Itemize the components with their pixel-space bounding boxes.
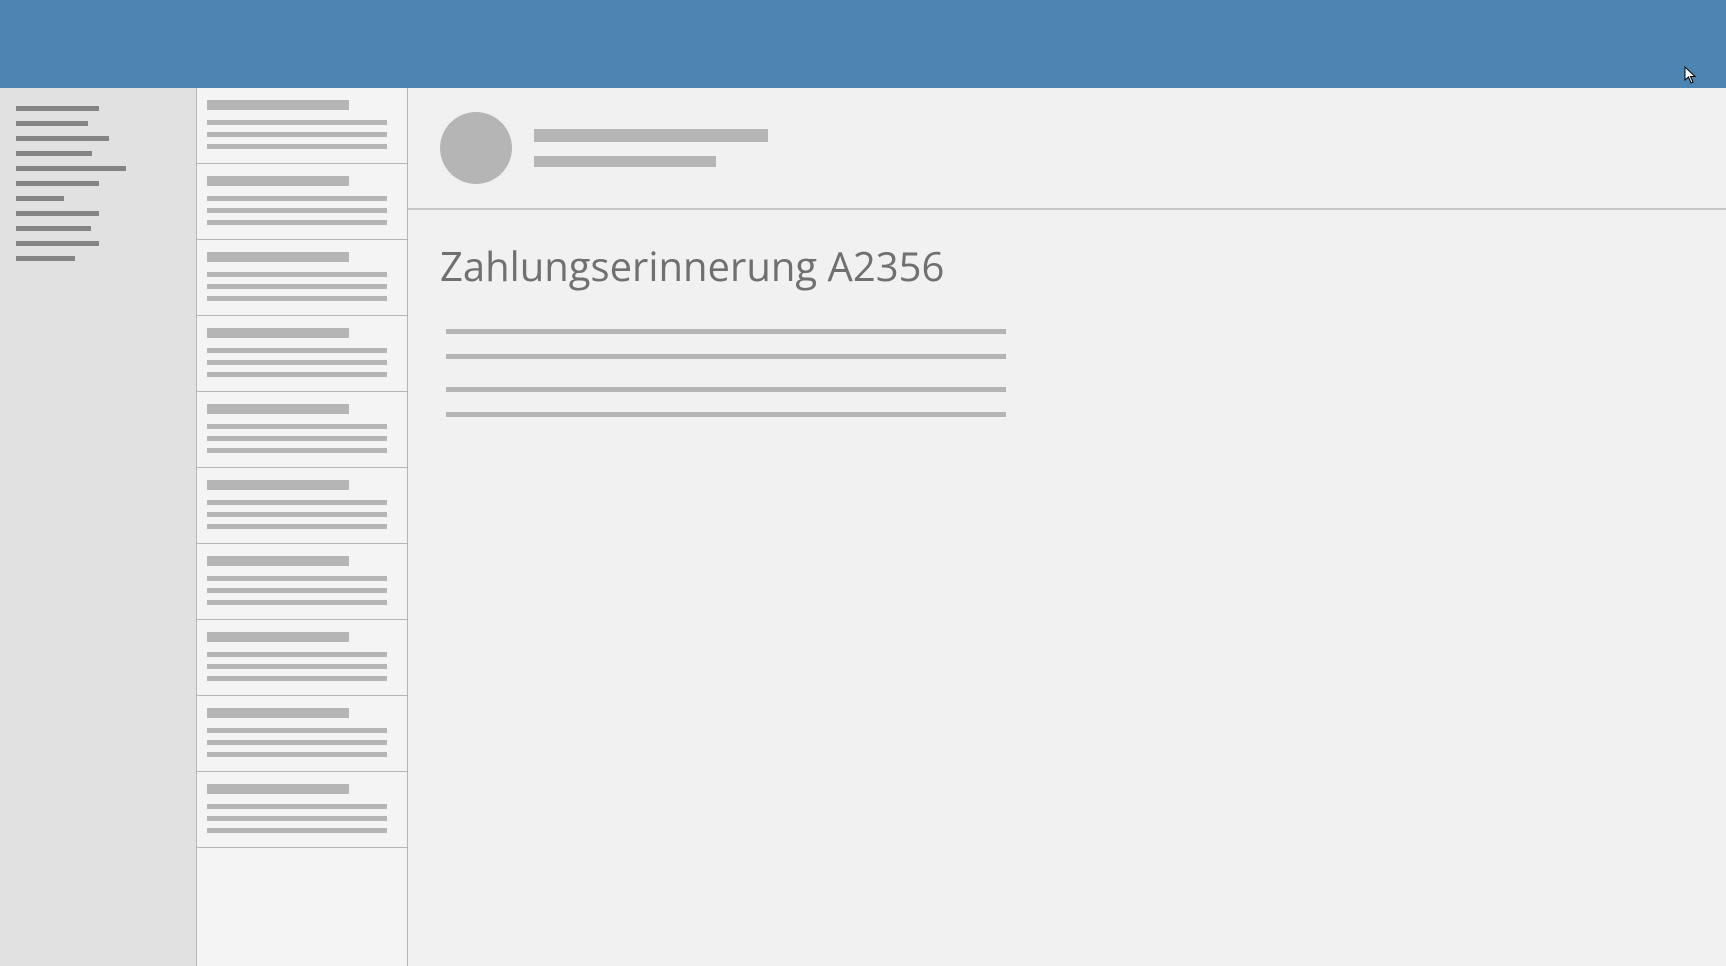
body-line-placeholder xyxy=(446,387,1006,392)
list-item-title-placeholder xyxy=(207,176,349,186)
list-item-title-placeholder xyxy=(207,632,349,642)
nav-item[interactable] xyxy=(16,211,99,216)
list-item-preview-placeholder xyxy=(207,524,387,529)
nav-item[interactable] xyxy=(16,196,64,201)
list-item-title-placeholder xyxy=(207,708,349,718)
list-item-title-placeholder xyxy=(207,784,349,794)
list-item-preview-placeholder xyxy=(207,296,387,301)
list-item-preview-placeholder xyxy=(207,500,387,505)
message-list-item[interactable] xyxy=(197,544,407,620)
mail-app: Zahlungserinnerung A2356 xyxy=(0,0,1726,966)
nav-item[interactable] xyxy=(16,241,99,246)
message-list-item[interactable] xyxy=(197,772,407,848)
list-item-preview-placeholder xyxy=(207,664,387,669)
message-list xyxy=(196,88,408,966)
folder-nav xyxy=(0,88,196,966)
cursor-icon xyxy=(1684,66,1698,84)
list-item-title-placeholder xyxy=(207,556,349,566)
sender-avatar[interactable] xyxy=(440,112,512,184)
body-line-placeholder xyxy=(446,354,1006,359)
list-item-preview-placeholder xyxy=(207,348,387,353)
list-item-title-placeholder xyxy=(207,328,349,338)
list-item-preview-placeholder xyxy=(207,144,387,149)
list-item-preview-placeholder xyxy=(207,676,387,681)
sender-meta-placeholder xyxy=(534,156,716,167)
list-item-preview-placeholder xyxy=(207,652,387,657)
message-list-item[interactable] xyxy=(197,164,407,240)
message-list-item[interactable] xyxy=(197,316,407,392)
list-item-preview-placeholder xyxy=(207,120,387,125)
nav-item[interactable] xyxy=(16,151,92,156)
list-item-preview-placeholder xyxy=(207,576,387,581)
list-item-preview-placeholder xyxy=(207,728,387,733)
list-item-preview-placeholder xyxy=(207,132,387,137)
list-item-preview-placeholder xyxy=(207,752,387,757)
list-item-preview-placeholder xyxy=(207,588,387,593)
nav-item[interactable] xyxy=(16,136,109,141)
message-body: Zahlungserinnerung A2356 xyxy=(408,210,1726,437)
nav-item[interactable] xyxy=(16,226,91,231)
list-item-preview-placeholder xyxy=(207,220,387,225)
sender-info xyxy=(534,129,768,167)
body-line-placeholder xyxy=(446,329,1006,334)
message-list-item[interactable] xyxy=(197,392,407,468)
message-list-item[interactable] xyxy=(197,88,407,164)
list-item-preview-placeholder xyxy=(207,360,387,365)
list-item-preview-placeholder xyxy=(207,196,387,201)
message-list-item[interactable] xyxy=(197,240,407,316)
list-item-preview-placeholder xyxy=(207,512,387,517)
message-subject: Zahlungserinnerung A2356 xyxy=(440,238,1726,293)
list-item-preview-placeholder xyxy=(207,816,387,821)
list-item-preview-placeholder xyxy=(207,740,387,745)
message-list-item[interactable] xyxy=(197,468,407,544)
message-list-item[interactable] xyxy=(197,620,407,696)
list-item-preview-placeholder xyxy=(207,284,387,289)
list-item-preview-placeholder xyxy=(207,828,387,833)
nav-item[interactable] xyxy=(16,106,99,111)
reading-pane: Zahlungserinnerung A2356 xyxy=(408,88,1726,966)
nav-item[interactable] xyxy=(16,256,75,261)
nav-item[interactable] xyxy=(16,181,99,186)
list-item-preview-placeholder xyxy=(207,448,387,453)
app-header xyxy=(0,0,1726,88)
message-list-item[interactable] xyxy=(197,696,407,772)
list-item-preview-placeholder xyxy=(207,436,387,441)
sender-name-placeholder xyxy=(534,129,768,142)
list-item-title-placeholder xyxy=(207,252,349,262)
list-item-preview-placeholder xyxy=(207,372,387,377)
list-item-preview-placeholder xyxy=(207,272,387,277)
app-body: Zahlungserinnerung A2356 xyxy=(0,88,1726,966)
body-line-placeholder xyxy=(446,412,1006,417)
list-item-preview-placeholder xyxy=(207,424,387,429)
list-item-preview-placeholder xyxy=(207,600,387,605)
list-item-preview-placeholder xyxy=(207,804,387,809)
message-header xyxy=(408,88,1726,210)
message-body-lines xyxy=(440,329,1726,417)
list-item-preview-placeholder xyxy=(207,208,387,213)
list-item-title-placeholder xyxy=(207,480,349,490)
nav-item[interactable] xyxy=(16,121,88,126)
list-item-title-placeholder xyxy=(207,404,349,414)
nav-item[interactable] xyxy=(16,166,126,171)
list-item-title-placeholder xyxy=(207,100,349,110)
